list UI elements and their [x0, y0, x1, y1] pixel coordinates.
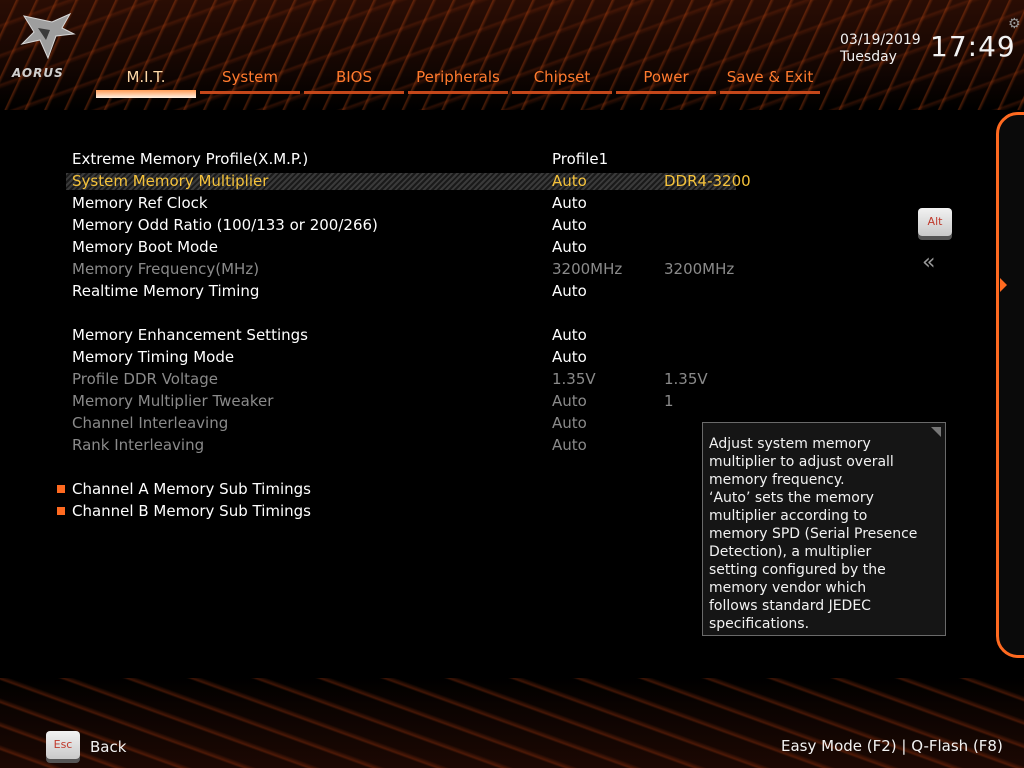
- submenu-bullet-icon: [57, 507, 65, 515]
- tab-bios[interactable]: BIOS: [304, 66, 404, 98]
- tab-mit[interactable]: M.I.T.: [96, 66, 196, 98]
- setting-row-xmp[interactable]: Extreme Memory Profile(X.M.P.) Profile1: [72, 148, 752, 170]
- help-text-line: setting configured by the: [709, 562, 886, 578]
- setting-row-memory-frequency: Memory Frequency(MHz) 3200MHz 3200MHz: [72, 260, 735, 278]
- side-panel-toggle[interactable]: [996, 112, 1024, 658]
- help-text-line: follows standard JEDEC: [709, 598, 871, 614]
- help-text-line: memory SPD (Serial Presence: [709, 526, 918, 542]
- setting-row-multiplier-tweaker: Memory Multiplier Tweaker Auto 1: [72, 392, 674, 410]
- tab-save-exit[interactable]: Save & Exit: [720, 66, 820, 98]
- help-panel: Adjust system memory multiplier to adjus…: [702, 422, 946, 636]
- double-chevron-left-icon[interactable]: «: [922, 252, 935, 274]
- tab-chipset[interactable]: Chipset: [512, 66, 612, 98]
- setting-row-realtime-timing[interactable]: Realtime Memory Timing Auto: [72, 280, 752, 302]
- help-text-line: Adjust system memory: [709, 436, 871, 452]
- submenu-channel-a[interactable]: Channel A Memory Sub Timings: [57, 478, 752, 500]
- weekday-text: Tuesday: [840, 49, 897, 65]
- setting-row-channel-interleaving: Channel Interleaving Auto: [72, 414, 587, 432]
- submenu-bullet-icon: [57, 485, 65, 493]
- setting-row-enhancement[interactable]: Memory Enhancement Settings Auto: [72, 324, 752, 346]
- tab-system[interactable]: System: [200, 66, 300, 98]
- brand-logo-text: AORUS: [12, 66, 64, 80]
- help-text-line: memory vendor which: [709, 580, 867, 596]
- alt-key-button[interactable]: Alt: [918, 208, 952, 236]
- easy-mode-qflash-shortcuts[interactable]: Easy Mode (F2) | Q-Flash (F8): [781, 737, 1003, 755]
- help-text-line: Detection), a multiplier: [709, 544, 872, 560]
- help-text-line: multiplier according to: [709, 508, 868, 524]
- setting-row-odd-ratio[interactable]: Memory Odd Ratio (100/133 or 200/266) Au…: [72, 214, 752, 236]
- setting-row-timing-mode[interactable]: Memory Timing Mode Auto: [72, 346, 752, 368]
- help-text-line: ‘Auto’ sets the memory: [709, 490, 874, 506]
- setting-row-ref-clock[interactable]: Memory Ref Clock Auto: [72, 192, 752, 214]
- submenu-channel-b[interactable]: Channel B Memory Sub Timings: [57, 500, 752, 522]
- time-display: 17:49: [930, 30, 1016, 63]
- help-text-line: multiplier to adjust overall: [709, 454, 894, 470]
- tab-peripherals[interactable]: Peripherals: [408, 66, 508, 98]
- date-display: 03/19/2019 Tuesday: [840, 32, 921, 66]
- setting-row-memory-multiplier[interactable]: System Memory Multiplier Auto DDR4-3200: [66, 170, 752, 192]
- help-text-line: specifications.: [709, 616, 810, 632]
- tab-power[interactable]: Power: [616, 66, 716, 98]
- help-text-line: memory frequency.: [709, 472, 845, 488]
- back-label[interactable]: Back: [90, 738, 126, 756]
- esc-key-button[interactable]: Esc: [46, 731, 80, 759]
- corner-fold-icon: [931, 427, 941, 437]
- setting-row-ddr-voltage: Profile DDR Voltage 1.35V 1.35V: [72, 370, 708, 388]
- setting-row-rank-interleaving: Rank Interleaving Auto: [72, 436, 587, 454]
- setting-row-boot-mode[interactable]: Memory Boot Mode Auto: [72, 236, 752, 258]
- date-text: 03/19/2019: [840, 32, 921, 48]
- gear-icon[interactable]: ⚙: [1008, 16, 1021, 32]
- arrow-right-icon[interactable]: [1000, 278, 1007, 292]
